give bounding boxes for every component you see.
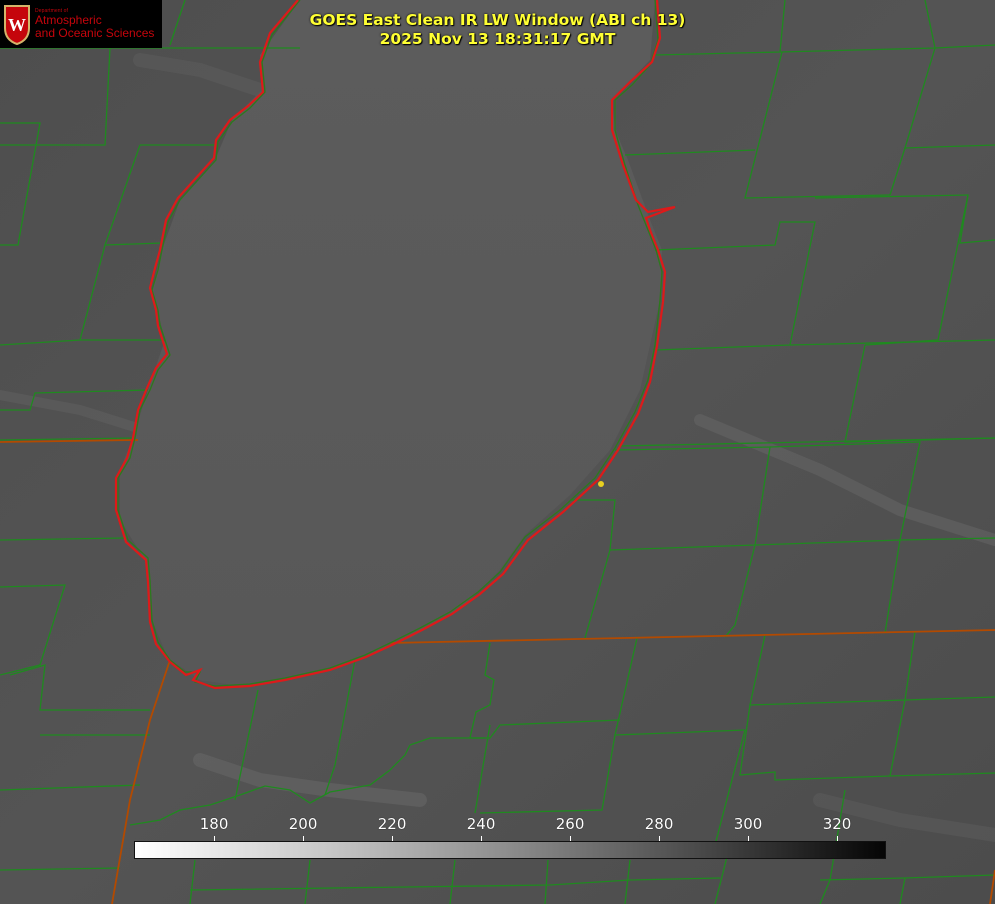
ir-map xyxy=(0,0,995,904)
uw-crest-icon: W xyxy=(4,5,30,46)
colorbar-tick-label: 220 xyxy=(377,815,407,833)
colorbar-tick-label: 240 xyxy=(466,815,496,833)
aos-logo: W Department of Atmospheric and Oceanic … xyxy=(0,0,162,48)
crest-letter: W xyxy=(8,15,26,35)
title-timestamp: 2025 Nov 13 18:31:17 GMT xyxy=(379,30,616,48)
colorbar-tick-label: 180 xyxy=(199,815,229,833)
colorbar-tick-label: 200 xyxy=(288,815,318,833)
colorbar-tick-label: 320 xyxy=(822,815,852,833)
logo-name-line1: Atmospheric xyxy=(35,13,102,28)
satellite-image: W Department of Atmospheric and Oceanic … xyxy=(0,0,995,904)
image-title: GOES East Clean IR LW Window (ABI ch 13)… xyxy=(240,11,755,49)
colorbar xyxy=(134,841,886,859)
colorbar-tick-label: 280 xyxy=(644,815,674,833)
title-line1: GOES East Clean IR LW Window (ABI ch 13) xyxy=(309,11,686,29)
logo-text: Department of Atmospheric and Oceanic Sc… xyxy=(35,8,155,40)
colorbar-tick-label: 300 xyxy=(733,815,763,833)
colorbar-tick-label: 260 xyxy=(555,815,585,833)
station-marker xyxy=(598,481,604,487)
logo-name-line2: and Oceanic Sciences xyxy=(35,25,155,40)
